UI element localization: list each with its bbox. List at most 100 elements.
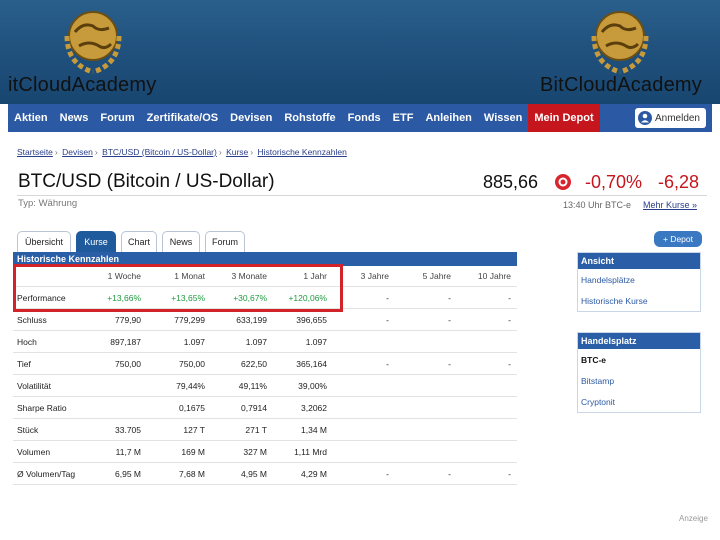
table-cell: 1.097 bbox=[305, 336, 327, 347]
table-cell bbox=[399, 419, 451, 440]
quote-time: 13:40 Uhr BTC-e bbox=[563, 200, 632, 210]
tab-kurse[interactable]: Kurse bbox=[76, 231, 116, 252]
table-cell: - bbox=[508, 292, 511, 303]
sidebar-view-title: Ansicht bbox=[578, 253, 700, 269]
table-cell: 750,00 bbox=[115, 358, 141, 369]
table-cell: 169 M bbox=[181, 446, 205, 457]
nav-item-mein-depot[interactable]: Mein Depot bbox=[528, 104, 600, 132]
table-cell bbox=[83, 397, 141, 418]
breadcrumb: Startseite › Devisen › BTC/USD (Bitcoin / … bbox=[17, 147, 347, 157]
brand-name-right: BitCloudAcademy bbox=[540, 74, 702, 96]
main-nav: Aktien News Forum Zertifikate/OS Devisen… bbox=[8, 104, 712, 132]
breadcrumb-item[interactable]: Historische Kennzahlen bbox=[258, 147, 347, 157]
table-cell: - bbox=[386, 314, 389, 325]
table-cell: 779,90 bbox=[115, 314, 141, 325]
performance-highlight-box bbox=[13, 264, 343, 312]
instrument-type: Typ: Währung bbox=[18, 198, 78, 209]
tab-news[interactable]: News bbox=[162, 231, 200, 252]
table-cell bbox=[339, 419, 389, 440]
column-header: 10 Jahre bbox=[477, 271, 511, 281]
globe-laurel-logo-icon bbox=[64, 11, 122, 75]
table-cell: - bbox=[448, 314, 451, 325]
header-banner: itCloudAcademy BitCloudAcademy bbox=[0, 0, 720, 104]
sidebar-view-box: Ansicht Handelsplätze Historische Kurse bbox=[577, 252, 701, 312]
table-row: Ø Volumen/Tag 6,95 M 7,68 M 4,95 M 4,29 … bbox=[13, 463, 517, 485]
table-row: Volumen 11,7 M 169 M 327 M 1,11 Mrd bbox=[13, 441, 517, 463]
tab-forum[interactable]: Forum bbox=[205, 231, 245, 252]
table-cell: 750,00 bbox=[179, 358, 205, 369]
tab-chart[interactable]: Chart bbox=[121, 231, 157, 252]
nav-item-wissen[interactable]: Wissen bbox=[478, 104, 528, 132]
divider bbox=[17, 195, 707, 196]
table-cell: 49,11% bbox=[238, 380, 267, 391]
table-cell: 6,95 M bbox=[115, 468, 141, 479]
table-cell bbox=[399, 331, 451, 352]
table-cell: 396,655 bbox=[296, 314, 327, 325]
change-absolute: -6,28 bbox=[658, 172, 700, 192]
table-cell: 1,34 M bbox=[301, 424, 327, 435]
nav-item-anleihen[interactable]: Anleihen bbox=[419, 104, 477, 132]
table-cell: - bbox=[448, 468, 451, 479]
table-cell bbox=[339, 397, 389, 418]
table-cell bbox=[339, 375, 389, 396]
breadcrumb-item[interactable]: Devisen bbox=[62, 147, 93, 157]
column-header: 3 Jahre bbox=[360, 271, 389, 281]
ad-label: Anzeige bbox=[679, 514, 708, 523]
table-row: Volatilität 79,44% 49,11% 39,00% bbox=[13, 375, 517, 397]
table-cell: 4,95 M bbox=[241, 468, 267, 479]
table-cell: 0,1675 bbox=[179, 402, 205, 413]
nav-item-aktien[interactable]: Aktien bbox=[8, 104, 54, 132]
table-cell: - bbox=[508, 314, 511, 325]
table-cell bbox=[459, 419, 511, 440]
user-icon bbox=[637, 111, 652, 125]
table-cell: 3,2062 bbox=[301, 402, 327, 413]
breadcrumb-item[interactable]: BTC/USD (Bitcoin / US-Dollar) bbox=[102, 147, 217, 157]
table-cell: - bbox=[448, 358, 451, 369]
table-cell: 127 T bbox=[183, 424, 205, 435]
tab-uebersicht[interactable]: Übersicht bbox=[17, 231, 71, 252]
nav-item-zertifikate[interactable]: Zertifikate/OS bbox=[141, 104, 225, 132]
sidebar-venue-box: Handelsplatz BTC-e Bitstamp Cryptonit bbox=[577, 332, 701, 413]
table-cell: 1,11 Mrd bbox=[294, 446, 327, 457]
globe-laurel-logo-icon bbox=[591, 11, 649, 75]
more-quotes-link[interactable]: Mehr Kurse » bbox=[643, 200, 697, 210]
table-cell: 897,187 bbox=[110, 336, 141, 347]
nav-item-forum[interactable]: Forum bbox=[94, 104, 140, 132]
sidebar-venue-cryptonit[interactable]: Cryptonit bbox=[578, 391, 700, 412]
table-cell: - bbox=[386, 468, 389, 479]
table-cell: 1.097 bbox=[183, 336, 205, 347]
nav-item-devisen[interactable]: Devisen bbox=[224, 104, 278, 132]
login-button[interactable]: Anmelden bbox=[634, 108, 706, 128]
table-cell: 7,68 M bbox=[179, 468, 205, 479]
nav-item-fonds[interactable]: Fonds bbox=[342, 104, 387, 132]
nav-item-rohstoffe[interactable]: Rohstoffe bbox=[278, 104, 341, 132]
table-row: Sharpe Ratio 0,1675 0,7914 3,2062 bbox=[13, 397, 517, 419]
nav-item-news[interactable]: News bbox=[54, 104, 95, 132]
breadcrumb-item[interactable]: Kurse bbox=[226, 147, 248, 157]
breadcrumb-item[interactable]: Startseite bbox=[17, 147, 53, 157]
column-header: 5 Jahre bbox=[422, 271, 451, 281]
table-cell bbox=[339, 331, 389, 352]
table-cell: - bbox=[448, 292, 451, 303]
sidebar-venue-current[interactable]: BTC-e bbox=[578, 349, 700, 370]
table-cell: 633,199 bbox=[236, 314, 267, 325]
table-cell: - bbox=[508, 468, 511, 479]
sidebar-venue-bitstamp[interactable]: Bitstamp bbox=[578, 370, 700, 391]
table-cell: 11,7 M bbox=[115, 446, 141, 457]
price-down-icon bbox=[555, 174, 571, 190]
nav-item-etf[interactable]: ETF bbox=[387, 104, 420, 132]
table-cell bbox=[399, 375, 451, 396]
row-label: Tief bbox=[17, 358, 31, 369]
sidebar-link-historische-kurse[interactable]: Historische Kurse bbox=[578, 290, 700, 311]
brand-name-left: itCloudAcademy bbox=[8, 74, 157, 96]
table-cell: 365,164 bbox=[296, 358, 327, 369]
table-cell bbox=[399, 397, 451, 418]
table-cell bbox=[459, 331, 511, 352]
row-label: Hoch bbox=[17, 336, 37, 347]
table-cell bbox=[83, 375, 141, 396]
table-cell: 622,50 bbox=[241, 358, 267, 369]
table-cell bbox=[399, 441, 451, 462]
row-label: Volumen bbox=[17, 446, 51, 457]
add-to-depot-button[interactable]: + Depot bbox=[654, 231, 702, 247]
sidebar-link-handelsplaetze[interactable]: Handelsplätze bbox=[578, 269, 700, 290]
